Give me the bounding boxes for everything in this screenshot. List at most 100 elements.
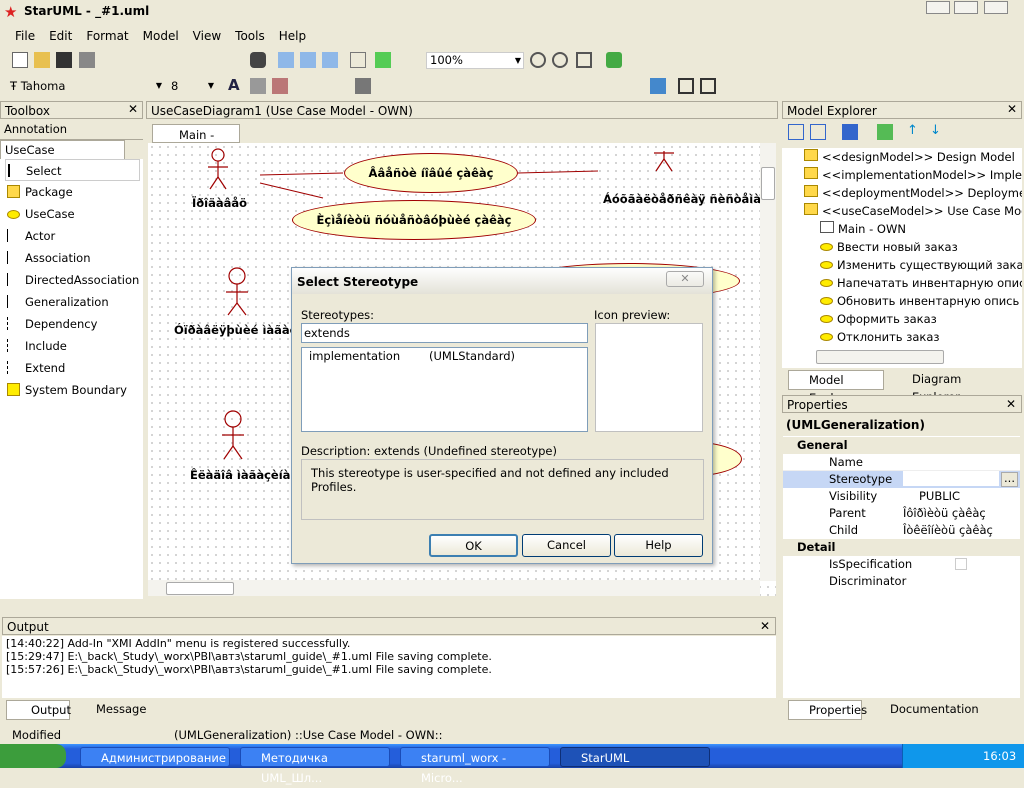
prop-stereotype-row[interactable]: Stereotype... bbox=[783, 471, 1020, 488]
cancel-button[interactable]: Cancel bbox=[522, 534, 611, 557]
font-color-icon[interactable]: A bbox=[228, 76, 240, 94]
taskbar-item-staruml[interactable]: StarUML bbox=[560, 747, 710, 767]
toolbox-annotation-tab[interactable]: Annotation bbox=[0, 119, 143, 140]
close-button[interactable] bbox=[984, 1, 1008, 14]
send-back-icon[interactable] bbox=[700, 78, 716, 94]
tree-item-main[interactable]: Main - OWN bbox=[820, 220, 906, 238]
toolbox-usecase-tab[interactable]: UseCase bbox=[0, 140, 125, 160]
tree-item-uc4[interactable]: Обновить инвентарную опись bbox=[820, 292, 1019, 310]
prop-name-row[interactable]: Name bbox=[783, 454, 1020, 471]
layout-icon[interactable] bbox=[650, 78, 666, 94]
tree-item-usecase-model[interactable]: <<useCaseModel>> Use Case Model bbox=[804, 202, 1022, 220]
menu-tools[interactable]: Tools bbox=[228, 26, 272, 46]
properties-close-icon[interactable]: ✕ bbox=[1006, 397, 1016, 411]
xml-icon[interactable] bbox=[350, 52, 366, 68]
toolbox-close-icon[interactable]: ✕ bbox=[128, 102, 138, 116]
find-icon[interactable] bbox=[250, 52, 266, 68]
taskbar-item-metodichka[interactable]: Методичка UML_Шл... bbox=[240, 747, 390, 785]
tool-actor[interactable]: Actor bbox=[5, 225, 55, 247]
tree-item-implementation[interactable]: <<implementationModel>> Implementation M… bbox=[804, 166, 1022, 184]
up-arrow-icon[interactable]: ↑ bbox=[907, 123, 918, 138]
tab-model-explorer[interactable]: Model Explorer bbox=[788, 370, 884, 405]
menu-help[interactable]: Help bbox=[272, 26, 313, 46]
diagram-tab[interactable]: Main - OWN bbox=[152, 124, 240, 156]
tree-item-uc2[interactable]: Изменить существующий заказ bbox=[820, 256, 1022, 274]
dialog-close-icon[interactable]: ✕ bbox=[666, 271, 704, 287]
stereotype-list[interactable]: implementation (UMLStandard) bbox=[301, 347, 588, 432]
fill-color-icon[interactable] bbox=[272, 78, 288, 94]
filter-icon[interactable] bbox=[842, 124, 858, 140]
down-arrow-icon[interactable]: ↓ bbox=[930, 123, 941, 138]
tab-diagram-explorer[interactable]: Diagram Explorer bbox=[892, 370, 1000, 404]
tab-documentation[interactable]: Documentation bbox=[870, 700, 979, 720]
prop-discriminator-row[interactable]: Discriminator bbox=[783, 573, 1020, 590]
output-close-icon[interactable]: ✕ bbox=[760, 619, 770, 633]
tool-directed-association[interactable]: DirectedAssociation bbox=[5, 269, 139, 291]
size-combo[interactable]: 8 ▼ bbox=[168, 77, 216, 95]
save-icon[interactable] bbox=[56, 52, 72, 68]
diagram3-icon[interactable] bbox=[322, 52, 338, 68]
align-icon[interactable] bbox=[355, 78, 371, 94]
explorer-hscroll[interactable] bbox=[816, 350, 944, 364]
addin-icon[interactable] bbox=[375, 52, 391, 68]
tree-item-deployment[interactable]: <<deploymentModel>> Deployment Model bbox=[804, 184, 1022, 202]
menu-edit[interactable]: Edit bbox=[42, 26, 79, 46]
refresh-icon[interactable] bbox=[606, 52, 622, 68]
actor-seller-label[interactable]: Ïðîäàâåö bbox=[192, 196, 247, 210]
start-button[interactable] bbox=[0, 744, 66, 768]
diagram2-icon[interactable] bbox=[300, 52, 316, 68]
menu-format[interactable]: Format bbox=[79, 26, 135, 46]
properties-general-group[interactable]: General bbox=[783, 437, 1020, 454]
maximize-button[interactable] bbox=[954, 1, 978, 14]
prop-visibility-row[interactable]: Visibility PUBLIC bbox=[783, 488, 1020, 505]
bring-front-icon[interactable] bbox=[678, 78, 694, 94]
taskbar-item-word[interactable]: staruml_worx - Micro... bbox=[400, 747, 550, 785]
open-icon[interactable] bbox=[34, 52, 50, 68]
help-button[interactable]: Help bbox=[614, 534, 703, 557]
vertical-scrollbar[interactable] bbox=[760, 143, 776, 581]
sort2-icon[interactable] bbox=[810, 124, 826, 140]
actor-storekeeper-label[interactable]: Êëàäîâ ìàãàçèíà bbox=[190, 468, 290, 482]
usecase-new-order[interactable]: Ââåñòè íîâûé çàêàç bbox=[344, 153, 518, 193]
ok-button[interactable]: OK bbox=[429, 534, 518, 557]
more-button[interactable]: ... bbox=[1001, 472, 1018, 487]
font-combo[interactable]: Ŧ Tahoma ▼ bbox=[6, 77, 164, 95]
tree-item-uc3[interactable]: Напечатать инвентарную опись bbox=[820, 274, 1022, 292]
tool-include[interactable]: Include bbox=[5, 335, 67, 357]
diagram-icon[interactable] bbox=[278, 52, 294, 68]
tool-usecase[interactable]: UseCase bbox=[5, 203, 75, 225]
tool-extend[interactable]: Extend bbox=[5, 357, 65, 379]
properties-detail-group[interactable]: Detail bbox=[783, 539, 1020, 556]
menu-view[interactable]: View bbox=[186, 26, 228, 46]
tree-item-uc5[interactable]: Оформить заказ bbox=[820, 310, 937, 328]
tool-system-boundary[interactable]: System Boundary bbox=[5, 379, 127, 401]
addin2-icon[interactable] bbox=[877, 124, 893, 140]
horizontal-scrollbar[interactable] bbox=[148, 580, 760, 596]
tool-association[interactable]: Association bbox=[5, 247, 90, 269]
tab-output[interactable]: Output bbox=[6, 700, 71, 720]
prop-value[interactable] bbox=[903, 471, 999, 486]
usecase-edit-order[interactable]: Èçìåíèòü ñóùåñòâóþùèé çàêàç bbox=[292, 200, 536, 240]
line-color-icon[interactable] bbox=[250, 78, 266, 94]
menu-model[interactable]: Model bbox=[136, 26, 186, 46]
new-icon[interactable] bbox=[12, 52, 28, 68]
taskbar-item-admin[interactable]: Администрирование bbox=[80, 747, 230, 767]
stereotype-input[interactable] bbox=[301, 323, 588, 343]
zoom-in-icon[interactable] bbox=[530, 52, 546, 68]
minimize-button[interactable] bbox=[926, 1, 950, 14]
tool-dependency[interactable]: Dependency bbox=[5, 313, 97, 335]
prop-parent-row[interactable]: Parent Îôîðìèòü çàêàç bbox=[783, 505, 1020, 522]
zoom-combo[interactable]: 100% ▼ bbox=[426, 52, 524, 69]
tree-item-uc1[interactable]: Ввести новый заказ bbox=[820, 238, 958, 256]
tool-select[interactable]: Select bbox=[5, 159, 140, 181]
zoom-fit-icon[interactable] bbox=[576, 52, 592, 68]
print-icon[interactable] bbox=[79, 52, 95, 68]
tab-message[interactable]: Message bbox=[74, 700, 146, 720]
tab-properties[interactable]: Properties bbox=[788, 700, 867, 720]
prop-isspec-row[interactable]: IsSpecification bbox=[783, 556, 1020, 573]
zoom-out-icon[interactable] bbox=[552, 52, 568, 68]
actor-accounting-label[interactable]: Áóõãàëòåðñêàÿ ñèñòåìà bbox=[603, 192, 761, 206]
explorer-close-icon[interactable]: ✕ bbox=[1007, 102, 1017, 116]
tree-item-uc6[interactable]: Отклонить заказ bbox=[820, 328, 939, 346]
isspec-checkbox[interactable] bbox=[955, 558, 967, 570]
